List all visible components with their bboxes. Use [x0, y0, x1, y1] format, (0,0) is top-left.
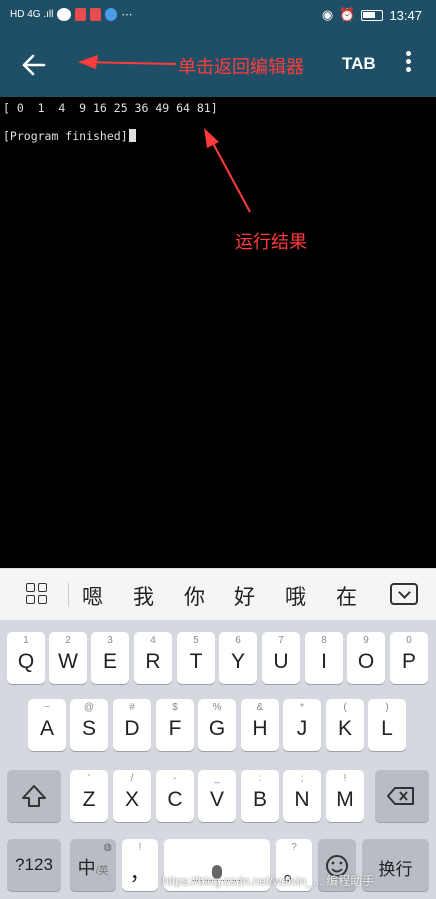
key-f[interactable]: $ F — [156, 699, 194, 751]
key-w[interactable]: 2W — [49, 632, 87, 684]
key-x[interactable]: / X — [113, 770, 151, 822]
cursor — [128, 129, 136, 142]
alarm-icon: ⏰ — [339, 7, 356, 22]
key-p[interactable]: 0P — [390, 632, 428, 684]
lang-primary: 中 — [77, 858, 96, 878]
back-button[interactable] — [18, 49, 52, 81]
terminal-output[interactable]: [ 0 1 4 9 16 25 36 49 64 81] [Program fi… — [0, 97, 436, 568]
ime-candidate-bar: 嗯 我 你 好 哦 在 — [0, 568, 436, 620]
language-switch-key[interactable]: 中/英 ◍ — [70, 839, 116, 891]
key-g[interactable]: % G — [198, 699, 236, 751]
key-h[interactable]: & H — [241, 699, 279, 751]
wechat-icon — [57, 8, 72, 21]
key-a[interactable]: ~ A — [28, 699, 66, 751]
grid-menu-icon[interactable] — [26, 583, 48, 605]
key-y[interactable]: 6Y — [219, 632, 257, 684]
watermark: https://blog.csdn.net/weixin_... 编程助手 — [162, 874, 375, 888]
back-annotation-text: 单击返回编辑器 — [178, 57, 304, 78]
comma-key[interactable]: !， — [122, 839, 158, 891]
candidate-word[interactable]: 我 — [133, 581, 154, 611]
shift-key[interactable] — [7, 770, 61, 822]
backspace-key[interactable] — [375, 770, 429, 822]
more-menu-button[interactable] — [398, 49, 418, 81]
key-t[interactable]: 5T — [177, 632, 215, 684]
key-z[interactable]: ' Z — [70, 770, 108, 822]
status-indicators: HD 4G .ıll ⋯ — [10, 8, 132, 21]
key-e[interactable]: 3E — [91, 632, 129, 684]
soft-keyboard: 1Q 2W 3E 4R 5T 6Y 7U 8I 9O 0P ~ A @ S # D $… — [0, 620, 436, 899]
key-l[interactable]: ) L — [368, 699, 406, 751]
candidate-word[interactable]: 你 — [184, 581, 205, 611]
divider — [68, 583, 69, 607]
battery-icon — [361, 9, 384, 21]
output-line: [ 0 1 4 9 16 25 36 49 64 81] — [3, 101, 218, 115]
more-vertical-icon — [405, 51, 411, 56]
key-m[interactable]: ! M — [326, 770, 364, 822]
lang-secondary: /英 — [95, 866, 109, 877]
key-k[interactable]: (K — [326, 699, 364, 751]
candidate-word[interactable]: 哦 — [285, 581, 306, 611]
finished-text: [Program finished] — [3, 129, 128, 143]
key-i[interactable]: 8I — [305, 632, 343, 684]
key-j[interactable]: * J — [283, 699, 321, 751]
key-q[interactable]: 1Q — [7, 632, 45, 684]
clock: 13:47 — [389, 7, 422, 23]
collapse-keyboard-icon[interactable] — [390, 583, 418, 605]
mail-notification-icon — [90, 8, 102, 21]
key-b[interactable]: :B — [241, 770, 279, 822]
candidate-word[interactable]: 在 — [336, 581, 357, 611]
app-notification-icon — [75, 8, 87, 21]
key-v[interactable]: _ V — [198, 770, 236, 822]
browser-notification-icon — [105, 8, 118, 21]
key-c[interactable]: -C — [156, 770, 194, 822]
key-d[interactable]: # D — [113, 699, 151, 751]
candidate-word[interactable]: 嗯 — [82, 581, 103, 611]
candidate-word[interactable]: 好 — [234, 581, 255, 611]
signal-indicator: HD 4G .ıll — [10, 9, 54, 20]
numbers-key[interactable]: ?123 — [7, 839, 61, 891]
status-right: ◉ ⏰ 13:47 — [322, 7, 422, 23]
status-bar: HD 4G .ıll ⋯ ◉ ⏰ 13:47 — [0, 0, 436, 33]
globe-icon: ◍ — [103, 842, 112, 853]
key-r[interactable]: 4R — [134, 632, 172, 684]
arrow-left-icon — [22, 54, 46, 76]
key-s[interactable]: @ S — [70, 699, 108, 751]
more-notifications-icon: ⋯ — [121, 9, 133, 21]
eye-icon: ◉ — [321, 7, 334, 22]
key-n[interactable]: ; N — [283, 770, 321, 822]
key-o[interactable]: 9O — [347, 632, 385, 684]
tab-button[interactable]: TAB — [342, 54, 376, 74]
backspace-icon — [387, 787, 414, 805]
finished-line: [Program finished] — [3, 129, 136, 143]
key-u[interactable]: 7U — [262, 632, 300, 684]
result-annotation-text: 运行结果 — [235, 232, 307, 253]
shift-icon — [22, 785, 46, 807]
